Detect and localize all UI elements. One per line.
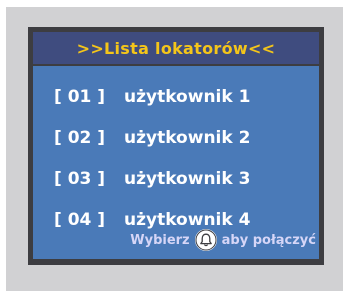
item-number: [ 01 ] [54,86,106,107]
item-number: [ 03 ] [54,168,106,189]
item-number: [ 04 ] [54,209,106,230]
page-title: >>Lista lokatorów<< [76,38,276,58]
item-label: użytkownik 3 [124,168,251,189]
hint-text-after: aby połączyć [221,232,316,248]
item-label: użytkownik 1 [124,86,251,107]
item-label: użytkownik 2 [124,127,251,148]
tenant-list: [ 01 ] użytkownik 1 [ 02 ] użytkownik 2 … [54,76,250,240]
bell-icon [194,229,217,251]
list-item[interactable]: [ 01 ] użytkownik 1 [54,76,250,117]
call-hint: Wybierz aby połączyć [130,229,316,251]
display-screen: >>Lista lokatorów<< [ 01 ] użytkownik 1 … [28,27,324,265]
hint-text-before: Wybierz [130,232,190,248]
tenant-list-panel: [ 01 ] użytkownik 1 [ 02 ] użytkownik 2 … [33,66,319,259]
intercom-device: >>Lista lokatorów<< [ 01 ] użytkownik 1 … [6,7,343,291]
item-number: [ 02 ] [54,127,106,148]
list-item[interactable]: [ 02 ] użytkownik 2 [54,117,250,158]
item-label: użytkownik 4 [124,209,251,230]
list-item[interactable]: [ 03 ] użytkownik 3 [54,158,250,199]
title-bar: >>Lista lokatorów<< [33,32,319,64]
